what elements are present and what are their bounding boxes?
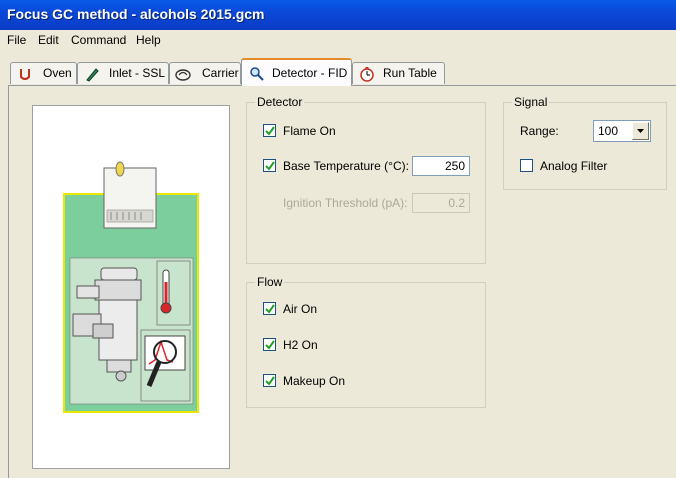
analog-filter-checkbox[interactable] [520, 159, 533, 172]
fid-detector-illustration [63, 161, 199, 413]
checkmark-icon [265, 126, 275, 136]
flame-on-checkbox[interactable] [263, 124, 276, 137]
ignition-threshold-label: Ignition Threshold (pA): [283, 196, 408, 210]
signal-group: Signal [503, 95, 667, 190]
h2-on-label: H2 On [283, 338, 318, 352]
checkmark-icon [265, 161, 275, 171]
menu-edit[interactable]: Edit [38, 33, 59, 47]
analog-filter-label: Analog Filter [540, 159, 608, 173]
range-label: Range: [520, 124, 559, 138]
makeup-on-checkbox[interactable] [263, 374, 276, 387]
tab-run-table[interactable]: Run Table [352, 62, 445, 84]
menu-bar: File Edit Command Help [0, 30, 676, 50]
chevron-down-icon [637, 129, 644, 133]
magnifier-icon [250, 67, 264, 81]
range-select[interactable]: 100 [593, 120, 651, 142]
oven-icon [20, 69, 30, 80]
tab-oven-label: Oven [43, 66, 72, 80]
window-title: Focus GC method - alcohols 2015.gcm [7, 6, 265, 22]
detector-group: Detector [246, 95, 486, 264]
tab-carrier-label: Carrier [202, 66, 239, 80]
checkmark-icon [265, 304, 275, 314]
menu-file[interactable]: File [7, 33, 26, 47]
makeup-on-label: Makeup On [283, 374, 346, 388]
menu-command[interactable]: Command [71, 33, 126, 47]
ignition-threshold-input[interactable]: 0.2 [412, 193, 470, 213]
tab-inlet-label: Inlet - SSL [109, 66, 166, 80]
menu-help[interactable]: Help [136, 33, 161, 47]
air-on-label: Air On [283, 302, 318, 316]
flow-legend: Flow [255, 275, 285, 289]
title-bar: Focus GC method - alcohols 2015.gcm [0, 0, 676, 30]
h2-on-checkbox[interactable] [263, 338, 276, 351]
carrier-gauge-icon [175, 69, 191, 81]
signal-legend: Signal [512, 95, 550, 109]
tab-carrier[interactable]: Carrier [169, 62, 241, 84]
air-on-checkbox[interactable] [263, 302, 276, 315]
range-dropdown-button[interactable] [632, 122, 649, 140]
flow-group: Flow [246, 275, 486, 408]
base-temperature-label: Base Temperature (°C): [283, 159, 409, 173]
inlet-pen-icon [86, 68, 99, 82]
checkmark-icon [265, 340, 275, 350]
checkmark-icon [265, 376, 275, 386]
tab-detector-fid[interactable]: Detector - FID [241, 58, 352, 86]
tab-inlet-ssl[interactable]: Inlet - SSL [77, 62, 169, 84]
base-temperature-checkbox[interactable] [263, 159, 276, 172]
stopwatch-icon [360, 67, 374, 82]
tab-strip: Oven Inlet - SSL Carrier Detector - FID … [0, 58, 676, 86]
tab-detector-label: Detector - FID [272, 66, 348, 80]
base-temperature-input[interactable]: 250 [412, 156, 470, 176]
range-select-value: 100 [598, 124, 619, 138]
flame-on-label: Flame On [283, 124, 336, 138]
detector-legend: Detector [255, 95, 305, 109]
detector-diagram [32, 105, 230, 469]
tab-oven[interactable]: Oven [10, 62, 77, 84]
tab-run-table-label: Run Table [383, 66, 437, 80]
